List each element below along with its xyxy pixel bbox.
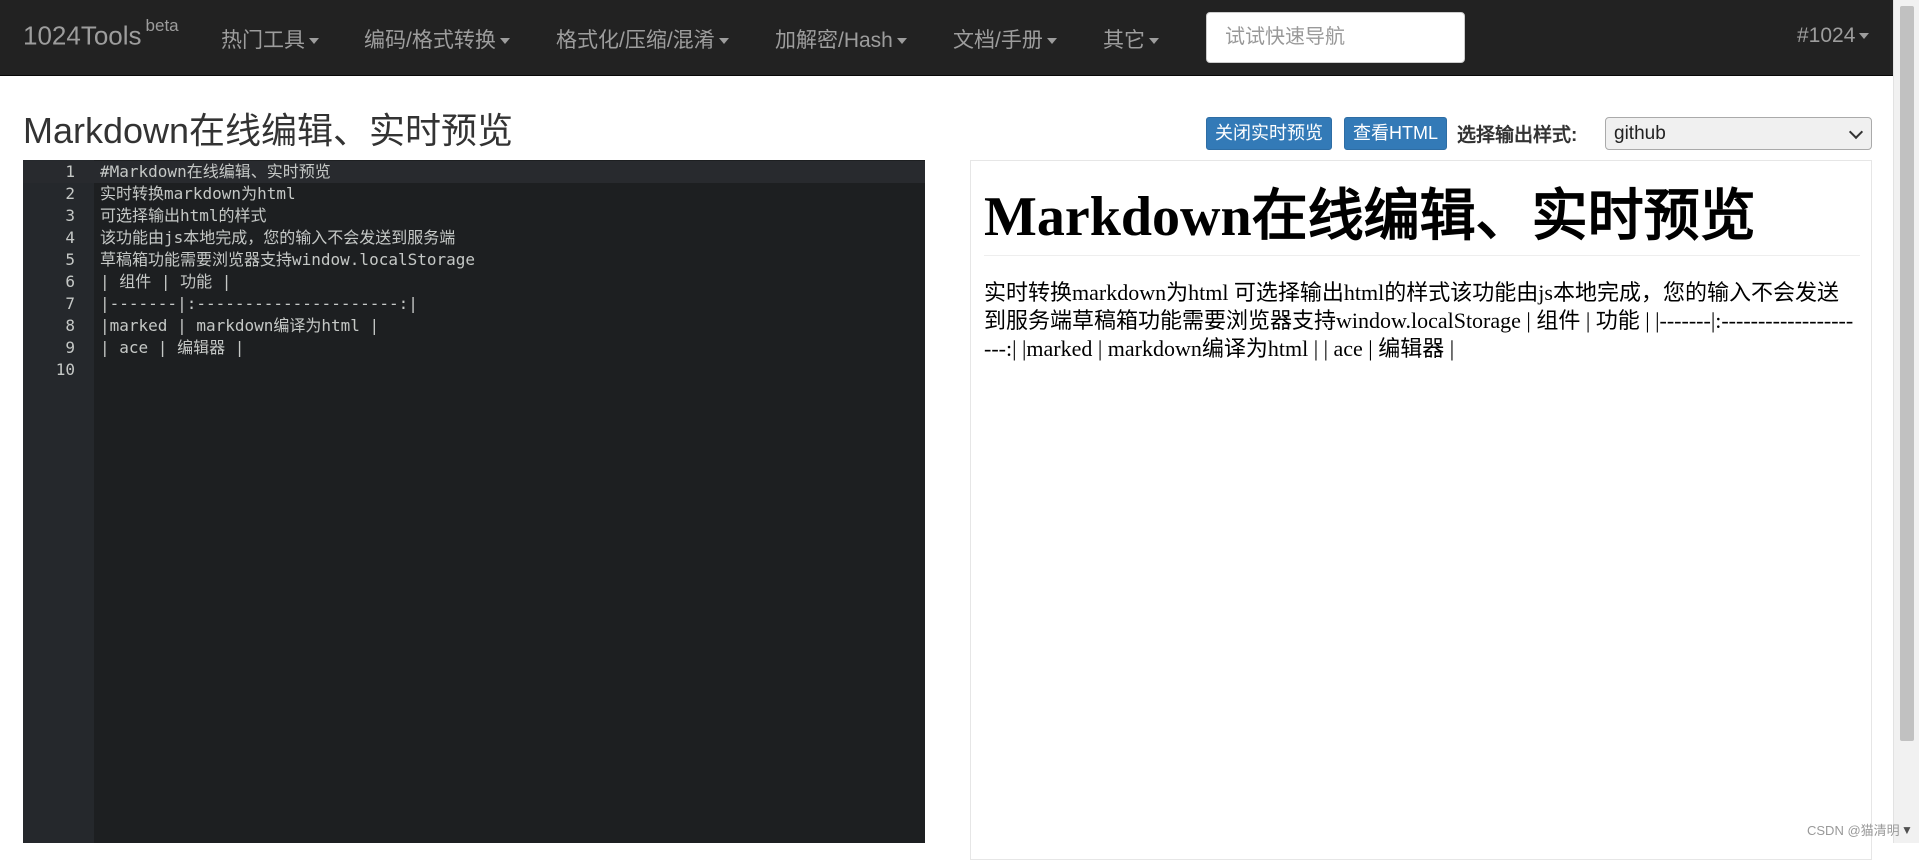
caret-down-icon: [309, 38, 319, 45]
close-live-preview-button[interactable]: 关闭实时预览: [1206, 117, 1332, 150]
nav-item-label: #1024: [1797, 24, 1856, 47]
nav-item-label: 加解密/Hash: [775, 29, 893, 52]
line-number: 2: [65, 184, 75, 203]
caret-down-icon: [718, 38, 729, 45]
top-navbar: 1024Tools beta 热门工具 编码/格式转换 格式化/压缩/混淆 加解密…: [0, 0, 1893, 76]
output-style-selected-value: github: [1614, 123, 1666, 144]
page-title: Markdown在线编辑、实时预览: [23, 110, 514, 151]
caret-down-icon: [1149, 38, 1159, 45]
code-line[interactable]: | 组件 | 功能 |: [100, 271, 231, 293]
nav-item-label: 文档/手册: [953, 29, 1043, 52]
line-number: 10: [55, 360, 75, 379]
code-line[interactable]: |-------|:---------------------:|: [100, 293, 418, 315]
line-number: 5: [65, 250, 75, 269]
page-scrollbar[interactable]: ▼: [1893, 0, 1919, 843]
code-line[interactable]: #Markdown在线编辑、实时预览: [100, 161, 331, 183]
markdown-editor[interactable]: 1 #Markdown在线编辑、实时预览 2 实时转换markdown为html…: [23, 160, 925, 843]
caret-down-icon: [1046, 38, 1057, 45]
nav-item-1024[interactable]: #1024: [1797, 24, 1870, 48]
nav-item-format[interactable]: 格式化/压缩/混淆: [556, 24, 729, 54]
nav-item-docs[interactable]: 文档/手册: [953, 24, 1057, 54]
code-line[interactable]: | ace | 编辑器 |: [100, 337, 244, 359]
scroll-down-arrow-icon[interactable]: ▼: [1901, 823, 1913, 837]
caret-down-icon: [896, 38, 907, 45]
nav-item-label: 格式化/压缩/混淆: [556, 29, 715, 52]
nav-item-other[interactable]: 其它: [1103, 24, 1159, 54]
code-line[interactable]: 可选择输出html的样式: [100, 205, 267, 227]
brand-beta-badge: beta: [145, 16, 179, 35]
brand-name: 1024Tools: [23, 20, 142, 51]
html-preview-pane: Markdown在线编辑、实时预览 实时转换markdown为html 可选择输…: [970, 160, 1872, 860]
line-number: 6: [65, 272, 75, 291]
line-number: 7: [65, 294, 75, 313]
chevron-down-icon: [1848, 124, 1864, 140]
nav-item-label: 编码/格式转换: [364, 29, 496, 52]
view-html-button[interactable]: 查看HTML: [1344, 117, 1447, 150]
nav-item-label: 其它: [1103, 29, 1145, 52]
output-style-label: 选择输出样式:: [1457, 125, 1578, 146]
code-line[interactable]: 实时转换markdown为html: [100, 183, 296, 205]
brand-logo[interactable]: 1024Tools beta: [23, 16, 179, 52]
quick-nav-search-input[interactable]: [1206, 12, 1465, 63]
code-line[interactable]: 该功能由js本地完成，您的输入不会发送到服务端: [100, 227, 455, 249]
preview-heading-divider: [984, 255, 1860, 256]
nav-item-hot-tools[interactable]: 热门工具: [221, 24, 319, 54]
code-line[interactable]: |marked | markdown编译为html |: [100, 315, 379, 337]
line-number: 8: [65, 316, 75, 335]
code-line[interactable]: 草稿箱功能需要浏览器支持window.localStorage: [100, 249, 475, 271]
caret-down-icon: [1859, 33, 1870, 40]
nav-item-label: 热门工具: [221, 29, 305, 52]
preview-heading: Markdown在线编辑、实时预览: [984, 186, 1756, 248]
nav-item-encoding[interactable]: 编码/格式转换: [364, 24, 510, 54]
nav-item-crypto[interactable]: 加解密/Hash: [775, 24, 907, 54]
scrollbar-thumb[interactable]: [1900, 6, 1914, 741]
watermark-text: CSDN @猫清明: [1807, 823, 1900, 838]
output-style-select[interactable]: github: [1605, 117, 1872, 150]
line-number: 1: [65, 162, 75, 181]
line-number: 9: [65, 338, 75, 357]
caret-down-icon: [499, 38, 510, 45]
line-number: 4: [65, 228, 75, 247]
preview-paragraph: 实时转换markdown为html 可选择输出html的样式该功能由js本地完成…: [984, 280, 1854, 361]
line-number: 3: [65, 206, 75, 225]
